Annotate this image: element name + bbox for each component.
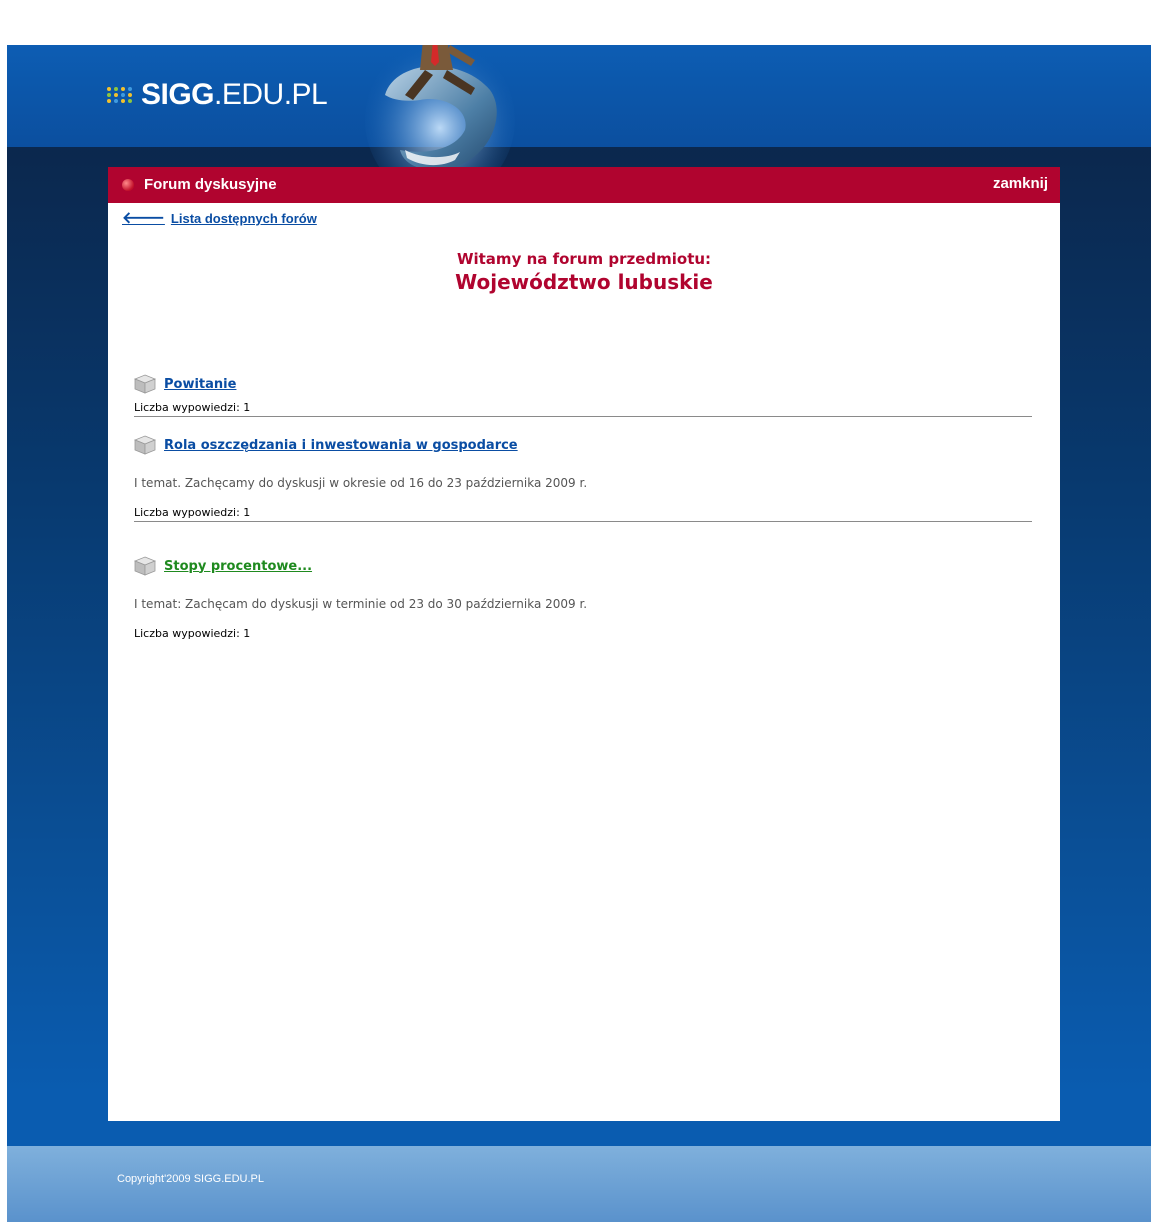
forum-item: Powitanie Liczba wypowiedzi: 1 (134, 374, 1032, 417)
divider (134, 521, 1032, 522)
welcome-line: Witamy na forum przedmiotu: (456, 250, 712, 268)
forum-post-count: Liczba wypowiedzi: 1 (134, 506, 251, 519)
forum-item: Rola oszczędzania i inwestowania w gospo… (134, 435, 1032, 522)
site-header: SIGG.EDU.PL (7, 45, 1151, 147)
forum-panel: Forum dyskusyjne zamknij 🡐 Lista dostępn… (108, 167, 1060, 1121)
forum-post-count: Liczba wypowiedzi: 1 (134, 627, 251, 640)
panel-title-bar: Forum dyskusyjne zamknij (108, 167, 1060, 203)
cube-icon (134, 556, 156, 576)
forum-item: Stopy procentowe... I temat: Zachęcam do… (134, 556, 1032, 640)
arrow-left-icon: 🡐 (122, 209, 165, 227)
back-to-forums-link[interactable]: 🡐 Lista dostępnych forów (122, 209, 317, 227)
forum-description: I temat. Zachęcamy do dyskusji w okresie… (134, 476, 588, 490)
divider (134, 416, 1032, 417)
forum-title-link[interactable]: Stopy procentowe... (164, 559, 312, 574)
cube-icon (134, 374, 156, 394)
copyright-text: Copyright'2009 SIGG.EDU.PL (117, 1173, 265, 1185)
status-dot-icon (122, 179, 134, 191)
forum-description: I temat: Zachęcam do dyskusji w terminie… (134, 597, 588, 611)
close-link[interactable]: zamknij (993, 175, 1048, 192)
cube-icon (134, 435, 156, 455)
back-link-label: Lista dostępnych forów (170, 211, 317, 226)
forum-title-link[interactable]: Powitanie (164, 377, 236, 392)
site-footer: Copyright'2009 SIGG.EDU.PL (7, 1146, 1151, 1222)
logo-text: SIGG.EDU.PL (141, 78, 328, 111)
page-frame: SIGG.EDU.PL Forum dyskusyjne zamknij 🡐 L… (7, 45, 1151, 1222)
logo-dots-icon (107, 87, 133, 103)
subject-title: Województwo lubuskie (455, 270, 713, 294)
site-logo[interactable]: SIGG.EDU.PL (107, 75, 328, 115)
forum-post-count: Liczba wypowiedzi: 1 (134, 401, 251, 414)
panel-title: Forum dyskusyjne (144, 176, 277, 193)
forum-title-link[interactable]: Rola oszczędzania i inwestowania w gospo… (164, 438, 518, 453)
welcome-heading: Witamy na forum przedmiotu: Województwo … (108, 250, 1060, 294)
